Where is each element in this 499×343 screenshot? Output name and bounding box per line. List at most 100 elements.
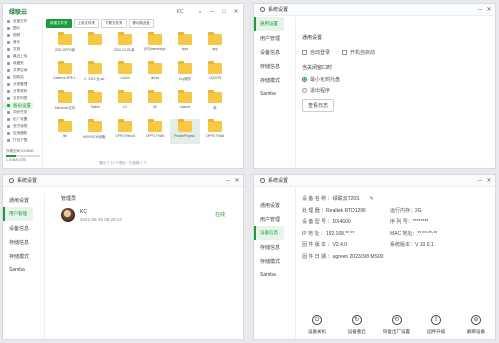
nav-icon: [7, 27, 10, 30]
toolbar-button[interactable]: 下载文件夹: [101, 18, 127, 28]
reset-button[interactable]: ⟲ 恢复出厂设置: [382, 315, 412, 335]
sidebar-item[interactable]: 文件列表: [3, 95, 42, 102]
folder-name: Tables: [90, 105, 100, 109]
settings-sidebar: 通用设置 用户管理 设备信息 存储信息 存储模式 Samba: [254, 188, 296, 339]
folder-item[interactable]: 新: [200, 90, 230, 115]
sidebar-item-storage[interactable]: 存储信息: [3, 235, 44, 249]
power-button[interactable]: ⏻ 设备关机: [302, 315, 332, 335]
sidebar-item[interactable]: 文档: [3, 46, 42, 53]
folder-item[interactable]: 2022-12-25-新..: [110, 32, 140, 57]
folder-item[interactable]: apps: [170, 32, 200, 57]
info-value: 2G: [415, 207, 422, 214]
folder-item[interactable]: Tables: [80, 90, 110, 115]
close-icon[interactable]: ✕: [486, 7, 492, 13]
sidebar-item[interactable]: 共享空间: [3, 67, 42, 74]
toolbar-button[interactable]: 移动到此处: [128, 18, 154, 28]
edit-icon[interactable]: ✎: [370, 196, 374, 202]
folder-item[interactable]: Comm: [110, 61, 140, 86]
sidebar-item-device[interactable]: 设备信息: [254, 226, 284, 240]
folder-icon: [88, 119, 102, 132]
sidebar-item[interactable]: 视频: [3, 32, 42, 39]
close-icon[interactable]: ✕: [486, 178, 492, 184]
auto-login-checkbox[interactable]: [302, 50, 307, 55]
minimize-icon[interactable]: ─: [209, 9, 215, 15]
sidebar-item[interactable]: 备份设置: [3, 102, 33, 109]
folder-item[interactable]: app: [200, 32, 230, 57]
folder-item[interactable]: Electronic文件: [50, 90, 80, 115]
folder-item[interactable]: Cadence SPB 1..: [50, 61, 80, 86]
sidebar-item-storage[interactable]: 存储信息: [254, 59, 295, 73]
sidebar-item[interactable]: 打包下载: [3, 137, 42, 144]
folder-item[interactable]: [BT]webdesign: [140, 32, 170, 57]
dropdown-icon[interactable]: ⌄: [197, 9, 203, 15]
folder-item[interactable]: drives: [140, 61, 170, 86]
folder-name: Cadence SPB 1..: [52, 76, 78, 80]
info-value: 192.168.**.**: [325, 230, 355, 237]
sidebar-item[interactable]: 回收站: [3, 74, 42, 81]
sidebar-item[interactable]: 应用通知: [3, 130, 42, 137]
folder-icon: [178, 90, 192, 103]
exit-program-radio[interactable]: [302, 88, 307, 93]
sidebar-item-samba[interactable]: Samba: [254, 268, 295, 282]
sidebar-item-samba[interactable]: Samba: [3, 263, 44, 277]
folder-icon: [118, 90, 132, 103]
sidebar-item[interactable]: 分类管理: [3, 81, 42, 88]
folder-item[interactable]: NO: [140, 90, 170, 115]
unbind-button[interactable]: ⊘ 解绑设备: [461, 315, 491, 335]
folder-item[interactable]: PhotonProject..: [170, 119, 200, 144]
close-icon[interactable]: ✕: [234, 178, 240, 184]
view-log-button[interactable]: 查看日志: [302, 99, 335, 112]
sidebar-item[interactable]: 图片: [3, 25, 42, 32]
folder-item[interactable]: OPPO Find5: [140, 119, 170, 144]
sidebar-item[interactable]: 全部文件: [3, 18, 42, 25]
sidebar-item[interactable]: 出厂设置: [3, 116, 42, 123]
settings-content: 管理员 KC 2021-06-26 09:25:14: [61, 195, 239, 339]
upgrade-button[interactable]: ⇧ 固件升级: [421, 315, 451, 335]
folder-item[interactable]: LIQ2078: [200, 61, 230, 86]
sidebar-item-storage-mode[interactable]: 存储模式: [254, 254, 295, 268]
sidebar-item-general[interactable]: 通用设置: [3, 193, 44, 207]
sidebar-item[interactable]: 最近上传: [3, 53, 42, 60]
folder-item[interactable]: C. 2019 全 ad..: [80, 61, 110, 86]
sidebar-item[interactable]: 电子读物: [3, 123, 42, 130]
sidebar-item-storage-mode[interactable]: 存储模式: [3, 249, 44, 263]
sidebar-item[interactable]: 同步任务: [3, 109, 42, 116]
folder-item[interactable]: OPPO Find8: [200, 119, 230, 144]
folder-item[interactable]: LX: [110, 90, 140, 115]
minimize-tray-radio[interactable]: [302, 77, 307, 82]
sidebar-item-general[interactable]: 通用设置: [254, 17, 284, 31]
sidebar-item-general[interactable]: 通用设置: [254, 198, 295, 212]
sidebar-item[interactable]: 收藏夹: [3, 60, 42, 67]
folder-item[interactable]: file: [50, 119, 80, 144]
folder-item[interactable]: Ezy服务: [170, 61, 200, 86]
toolbar-button[interactable]: 上传文件夹: [73, 18, 99, 28]
minimize-icon[interactable]: ─: [477, 178, 483, 184]
maximize-icon[interactable]: □: [221, 9, 227, 15]
sidebar-item[interactable]: 分享资料: [3, 88, 42, 95]
sidebar-item-device[interactable]: 设备信息: [3, 221, 44, 235]
user-row[interactable]: KC 2021-06-26 09:25:14: [61, 208, 239, 222]
minimize-icon[interactable]: ─: [477, 7, 483, 13]
device-info-row: 设 备 名 称 ：绿联云T20S ✎: [302, 195, 492, 207]
device-info-row: 设 备 型 号 ：DX4600 序 列 号：********: [302, 218, 492, 230]
toolbar-button[interactable]: 新建文件夹: [46, 18, 72, 28]
sidebar-item-storage[interactable]: 存储信息: [254, 240, 295, 254]
folder-item[interactable]: shared: [170, 90, 200, 115]
minimize-icon[interactable]: ─: [225, 178, 231, 184]
autostart-checkbox[interactable]: [342, 50, 348, 55]
user-menu[interactable]: KC: [173, 9, 187, 15]
folder-item[interactable]: HIKVISION设备..: [80, 119, 110, 144]
sidebar-item-device[interactable]: 设备信息: [254, 45, 295, 59]
info-label: 系统版本：: [390, 242, 416, 249]
folder-item[interactable]: OPPO Reno5: [110, 119, 140, 144]
sidebar-item-users[interactable]: 用户管理: [3, 207, 33, 221]
close-icon[interactable]: ✕: [233, 9, 239, 15]
sidebar-item-users[interactable]: 用户管理: [254, 31, 295, 45]
folder-item[interactable]: .: [80, 32, 110, 57]
sidebar-item-storage-mode[interactable]: 存储模式: [254, 73, 295, 87]
sidebar-item-samba[interactable]: Samba: [254, 87, 295, 101]
restart-button[interactable]: ↻ 设备重启: [342, 315, 372, 335]
folder-item[interactable]: 2022 OPPO新: [50, 32, 80, 57]
sidebar-item-users[interactable]: 用户管理: [254, 212, 295, 226]
sidebar-item[interactable]: 音乐: [3, 39, 42, 46]
